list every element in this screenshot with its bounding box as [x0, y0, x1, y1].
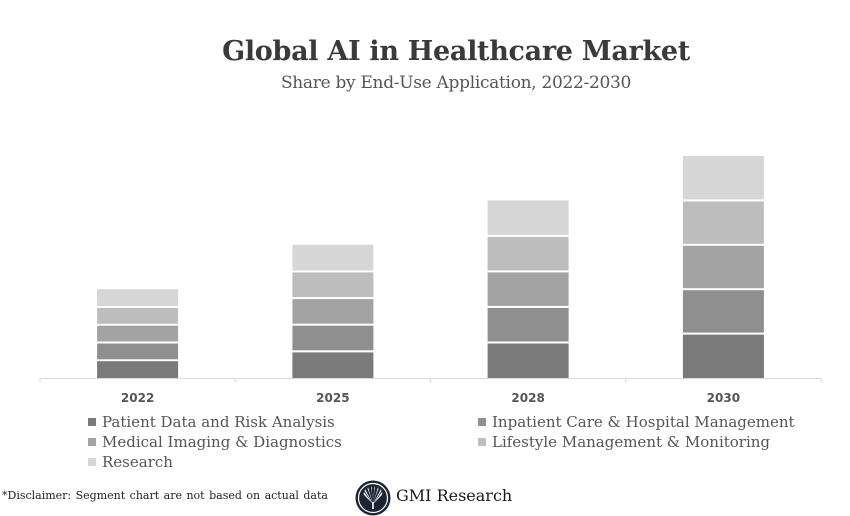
bar-segment [487, 343, 569, 378]
legend-label: Research [102, 453, 173, 471]
legend-swatch [88, 458, 96, 466]
bar-segment [682, 334, 764, 378]
legend-swatch [88, 418, 96, 426]
x-tick-label: 2025 [316, 391, 349, 405]
bar-segment [292, 299, 374, 324]
bar-segment [487, 236, 569, 271]
bar-segment [682, 290, 764, 333]
x-tick-label: 2022 [121, 391, 154, 405]
bar-segment [97, 361, 179, 378]
legend-swatch [478, 438, 486, 446]
legend-label: Inpatient Care & Hospital Management [492, 413, 795, 431]
legend-label: Patient Data and Risk Analysis [102, 413, 335, 431]
legend-item: Inpatient Care & Hospital Management [478, 413, 795, 431]
bars-group [97, 156, 764, 378]
fan-logo-icon [355, 480, 391, 516]
disclaimer-text: *Disclaimer: Segment chart are not based… [2, 489, 328, 502]
bar-segment [97, 308, 179, 324]
x-axis [39, 378, 822, 383]
legend-label: Lifestyle Management & Monitoring [492, 433, 771, 451]
bar-segment [487, 200, 569, 235]
bar-segment [487, 308, 569, 342]
legend-label: Medical Imaging & Diagnostics [102, 433, 342, 451]
legend-swatch [88, 438, 96, 446]
legend-item: Medical Imaging & Diagnostics [88, 433, 342, 451]
legend-swatch [478, 418, 486, 426]
legend-item: Research [88, 453, 173, 471]
brand-name: GMI Research [396, 486, 513, 505]
bar-segment [97, 289, 179, 306]
bar-segment [292, 272, 374, 297]
bar-segment [97, 325, 179, 342]
bar-segment [682, 156, 764, 200]
bar-segment [292, 244, 374, 271]
bar-segment [682, 245, 764, 289]
bar-segment [487, 272, 569, 306]
x-tick-labels: 2022 2025 2028 2030 [121, 391, 740, 405]
bar-segment [292, 325, 374, 351]
x-tick-label: 2030 [707, 391, 740, 405]
bar-segment [682, 201, 764, 244]
legend-item: Lifestyle Management & Monitoring [478, 433, 770, 451]
x-tick-label: 2028 [511, 391, 544, 405]
bar-segment [97, 343, 179, 360]
legend-item: Patient Data and Risk Analysis [88, 413, 335, 431]
bar-segment [292, 352, 374, 378]
